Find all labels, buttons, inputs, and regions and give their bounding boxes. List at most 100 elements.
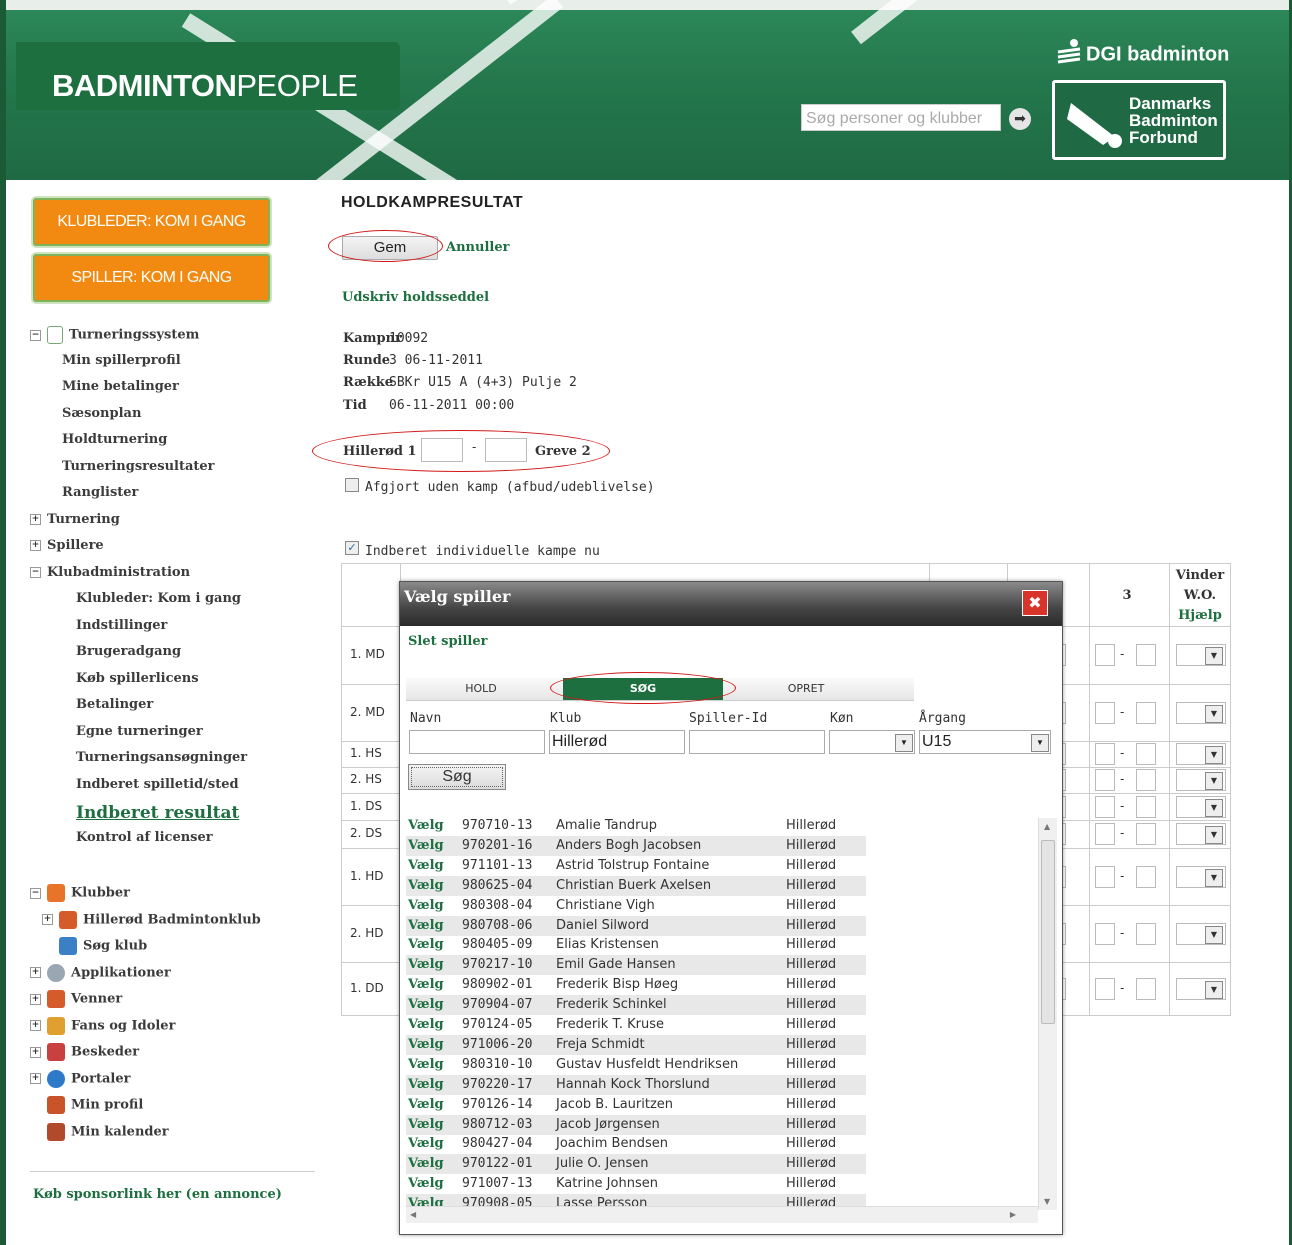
set-3-away-input[interactable] [1136, 701, 1156, 724]
results-horizontal-scrollbar[interactable]: ◀ ▶ [406, 1206, 1038, 1223]
sidebar-item[interactable]: Turneringsansøgninger [76, 750, 247, 765]
sidebar-item[interactable]: + Turnering [30, 512, 120, 527]
winner-select[interactable]: ▼ [1176, 795, 1226, 818]
vaelg-link[interactable]: Vælg [408, 995, 444, 1015]
vaelg-link[interactable]: Vælg [408, 1174, 444, 1194]
tab-opret[interactable]: OPRET [726, 678, 886, 700]
sidebar-item[interactable]: + Spillere [30, 538, 104, 553]
sidebar-item[interactable]: − Turneringssystem [30, 326, 199, 344]
vaelg-link[interactable]: Vælg [408, 1015, 444, 1035]
collapse-icon[interactable]: − [30, 566, 41, 578]
set-3-away-input[interactable] [1136, 823, 1156, 845]
tab-hold[interactable]: HOLD [406, 678, 556, 700]
vaelg-link[interactable]: Vælg [408, 1115, 444, 1135]
set-3-home-input[interactable] [1095, 922, 1115, 945]
site-search-input[interactable]: Søg personer og klubber [801, 104, 1001, 131]
sidebar-item[interactable]: Køb spillerlicens [76, 671, 199, 686]
sidebar-item[interactable]: Sæsonplan [62, 406, 141, 421]
sidebar-item[interactable]: Betalinger [76, 697, 153, 712]
set-3-away-input[interactable] [1136, 795, 1156, 818]
winner-select[interactable]: ▼ [1176, 978, 1226, 1000]
vaelg-link[interactable]: Vælg [408, 876, 444, 896]
set-3-away-input[interactable] [1136, 922, 1156, 945]
set-3-away-input[interactable] [1136, 644, 1156, 666]
sponsor-link[interactable]: Køb sponsorlink her (en annonce) [33, 1187, 282, 1202]
sidebar-item[interactable]: Søg klub [42, 937, 147, 955]
vaelg-link[interactable]: Vælg [408, 1035, 444, 1055]
klubleder-kom-i-gang-button[interactable]: KLUBLEDER: KOM I GANG [31, 196, 272, 248]
set-3-home-input[interactable] [1095, 795, 1115, 818]
winner-select[interactable]: ▼ [1176, 922, 1226, 945]
set-3-home-input[interactable] [1095, 865, 1115, 888]
scroll-left-icon[interactable]: ◀ [410, 1210, 416, 1219]
vaelg-link[interactable]: Vælg [408, 955, 444, 975]
expand-icon[interactable]: + [30, 1020, 41, 1031]
vaelg-link[interactable]: Vælg [408, 856, 444, 876]
close-icon[interactable]: ✖ [1022, 590, 1048, 616]
tab-sog[interactable]: SØG [563, 678, 723, 700]
collapse-icon[interactable]: − [30, 329, 41, 341]
set-3-home-input[interactable] [1095, 769, 1115, 791]
expand-icon[interactable]: + [30, 540, 41, 551]
gem-button[interactable]: Gem [342, 236, 438, 260]
sidebar-item[interactable]: Egne turneringer [76, 724, 203, 739]
spiller-id-input[interactable] [689, 730, 825, 754]
sidebar-item[interactable]: + Portaler [30, 1069, 130, 1088]
winner-select[interactable]: ▼ [1176, 769, 1226, 791]
expand-icon[interactable]: + [30, 993, 41, 1005]
sidebar-item[interactable]: Indberet resultat [76, 803, 239, 823]
set-3-home-input[interactable] [1095, 743, 1115, 765]
sidebar-item[interactable]: Klubleder: Kom i gang [76, 591, 241, 606]
set-3-home-input[interactable] [1095, 701, 1115, 724]
vaelg-link[interactable]: Vælg [408, 916, 444, 936]
winner-select[interactable]: ▼ [1176, 743, 1226, 765]
results-vertical-scrollbar[interactable]: ▲ ▼ [1038, 818, 1057, 1210]
winner-select[interactable]: ▼ [1176, 644, 1226, 666]
sidebar-item[interactable]: Indberet spilletid/sted [76, 777, 239, 792]
sidebar-item[interactable]: + Venner [30, 990, 122, 1008]
navn-input[interactable] [409, 730, 545, 754]
vaelg-link[interactable]: Vælg [408, 1154, 444, 1174]
set-3-home-input[interactable] [1095, 823, 1115, 845]
expand-icon[interactable]: + [30, 513, 41, 525]
sidebar-item[interactable]: Holdturnering [62, 432, 167, 447]
sidebar-item[interactable]: Mine betalinger [62, 379, 179, 394]
scroll-right-icon[interactable]: ▶ [1010, 1210, 1016, 1219]
expand-icon[interactable]: + [30, 1046, 41, 1058]
vaelg-link[interactable]: Vælg [408, 935, 444, 955]
vaelg-link[interactable]: Vælg [408, 836, 444, 856]
dgi-badminton-logo[interactable]: DGI badminton [1056, 38, 1229, 72]
vaelg-link[interactable]: Vælg [408, 1055, 444, 1075]
vaelg-link[interactable]: Vælg [408, 975, 444, 995]
expand-icon[interactable]: + [30, 1073, 41, 1084]
sidebar-item[interactable]: + Beskeder [30, 1043, 139, 1061]
set-3-away-input[interactable] [1136, 865, 1156, 888]
annuller-link[interactable]: Annuller [446, 240, 509, 255]
vaelg-link[interactable]: Vælg [408, 1194, 444, 1206]
afgjort-uden-kamp-checkbox[interactable] [345, 478, 359, 492]
sidebar-item[interactable]: Kontrol af licenser [76, 830, 213, 845]
set-3-home-input[interactable] [1095, 978, 1115, 1000]
vaelg-link[interactable]: Vælg [408, 816, 444, 836]
sog-button[interactable]: Søg [408, 764, 506, 790]
sidebar-item[interactable]: + Applikationer [30, 963, 171, 982]
winner-select[interactable]: ▼ [1176, 823, 1226, 845]
hjaelp-link[interactable]: Hjælp [1170, 608, 1230, 623]
dbf-logo[interactable]: Danmarks Badminton Forbund [1052, 80, 1226, 160]
sidebar-item[interactable]: Min profil [30, 1096, 143, 1114]
home-score-input[interactable] [421, 438, 463, 462]
sidebar-item[interactable]: Ranglister [62, 485, 138, 500]
sidebar-item[interactable]: Min spillerprofil [62, 353, 181, 368]
scroll-up-icon[interactable]: ▲ [1044, 822, 1050, 831]
sidebar-item[interactable]: Indstillinger [76, 618, 167, 633]
scroll-down-icon[interactable]: ▼ [1044, 1197, 1050, 1206]
away-score-input[interactable] [485, 438, 527, 462]
badmintonpeople-logo[interactable]: BADMINTONPEOPLE [16, 42, 400, 110]
set-3-away-input[interactable] [1136, 978, 1156, 1000]
sidebar-item[interactable]: Brugeradgang [76, 644, 181, 659]
expand-icon[interactable]: + [42, 914, 53, 925]
argang-select[interactable]: U15 ▼ [919, 730, 1051, 754]
sidebar-item[interactable]: − Klubber [30, 884, 130, 902]
udskriv-holdsseddel-link[interactable]: Udskriv holdsseddel [342, 290, 489, 305]
set-3-away-input[interactable] [1136, 743, 1156, 765]
